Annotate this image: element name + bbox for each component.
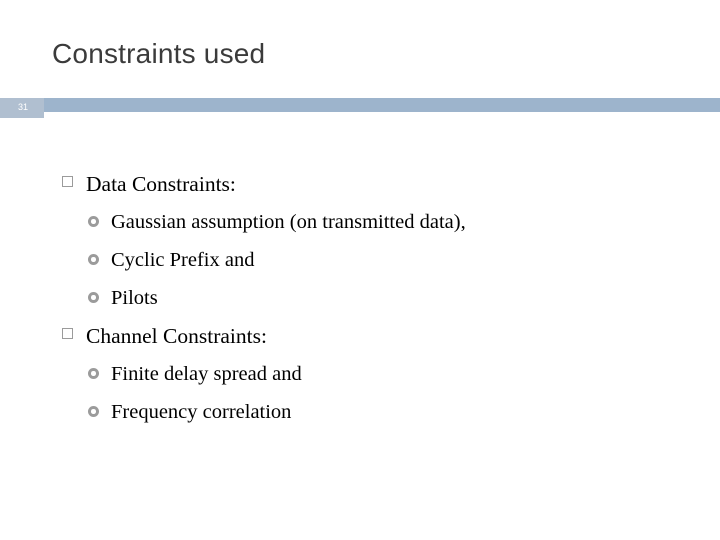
ring-bullet-icon xyxy=(88,292,99,303)
square-outline-bullet-icon xyxy=(62,176,73,187)
slide-content: Data Constraints: Gaussian assumption (o… xyxy=(0,165,720,431)
list-item-label: Channel Constraints: xyxy=(86,324,267,348)
list-item: Gaussian assumption (on transmitted data… xyxy=(0,203,720,241)
header-accent-line xyxy=(44,98,720,112)
list-item: Data Constraints: xyxy=(0,165,720,203)
slide: Constraints used 31 Data Constraints: Ga… xyxy=(0,0,720,540)
ring-bullet-icon xyxy=(88,406,99,417)
list-item-label: Gaussian assumption (on transmitted data… xyxy=(111,211,466,233)
list-item: Channel Constraints: xyxy=(0,317,720,355)
ring-bullet-icon xyxy=(88,368,99,379)
list-item-label: Finite delay spread and xyxy=(111,363,302,385)
list-item-label: Cyclic Prefix and xyxy=(111,249,255,271)
list-item: Pilots xyxy=(0,279,720,317)
list-item: Cyclic Prefix and xyxy=(0,241,720,279)
list-item-label: Data Constraints: xyxy=(86,172,236,196)
list-item-label: Frequency correlation xyxy=(111,401,292,423)
list-item: Finite delay spread and xyxy=(0,355,720,393)
header-bar: 31 xyxy=(0,98,720,118)
list-item: Frequency correlation xyxy=(0,393,720,431)
page-title: Constraints used xyxy=(52,38,266,69)
slide-number: 31 xyxy=(18,102,29,112)
square-outline-bullet-icon xyxy=(62,328,73,339)
ring-bullet-icon xyxy=(88,254,99,265)
ring-bullet-icon xyxy=(88,216,99,227)
list-item-label: Pilots xyxy=(111,287,158,309)
